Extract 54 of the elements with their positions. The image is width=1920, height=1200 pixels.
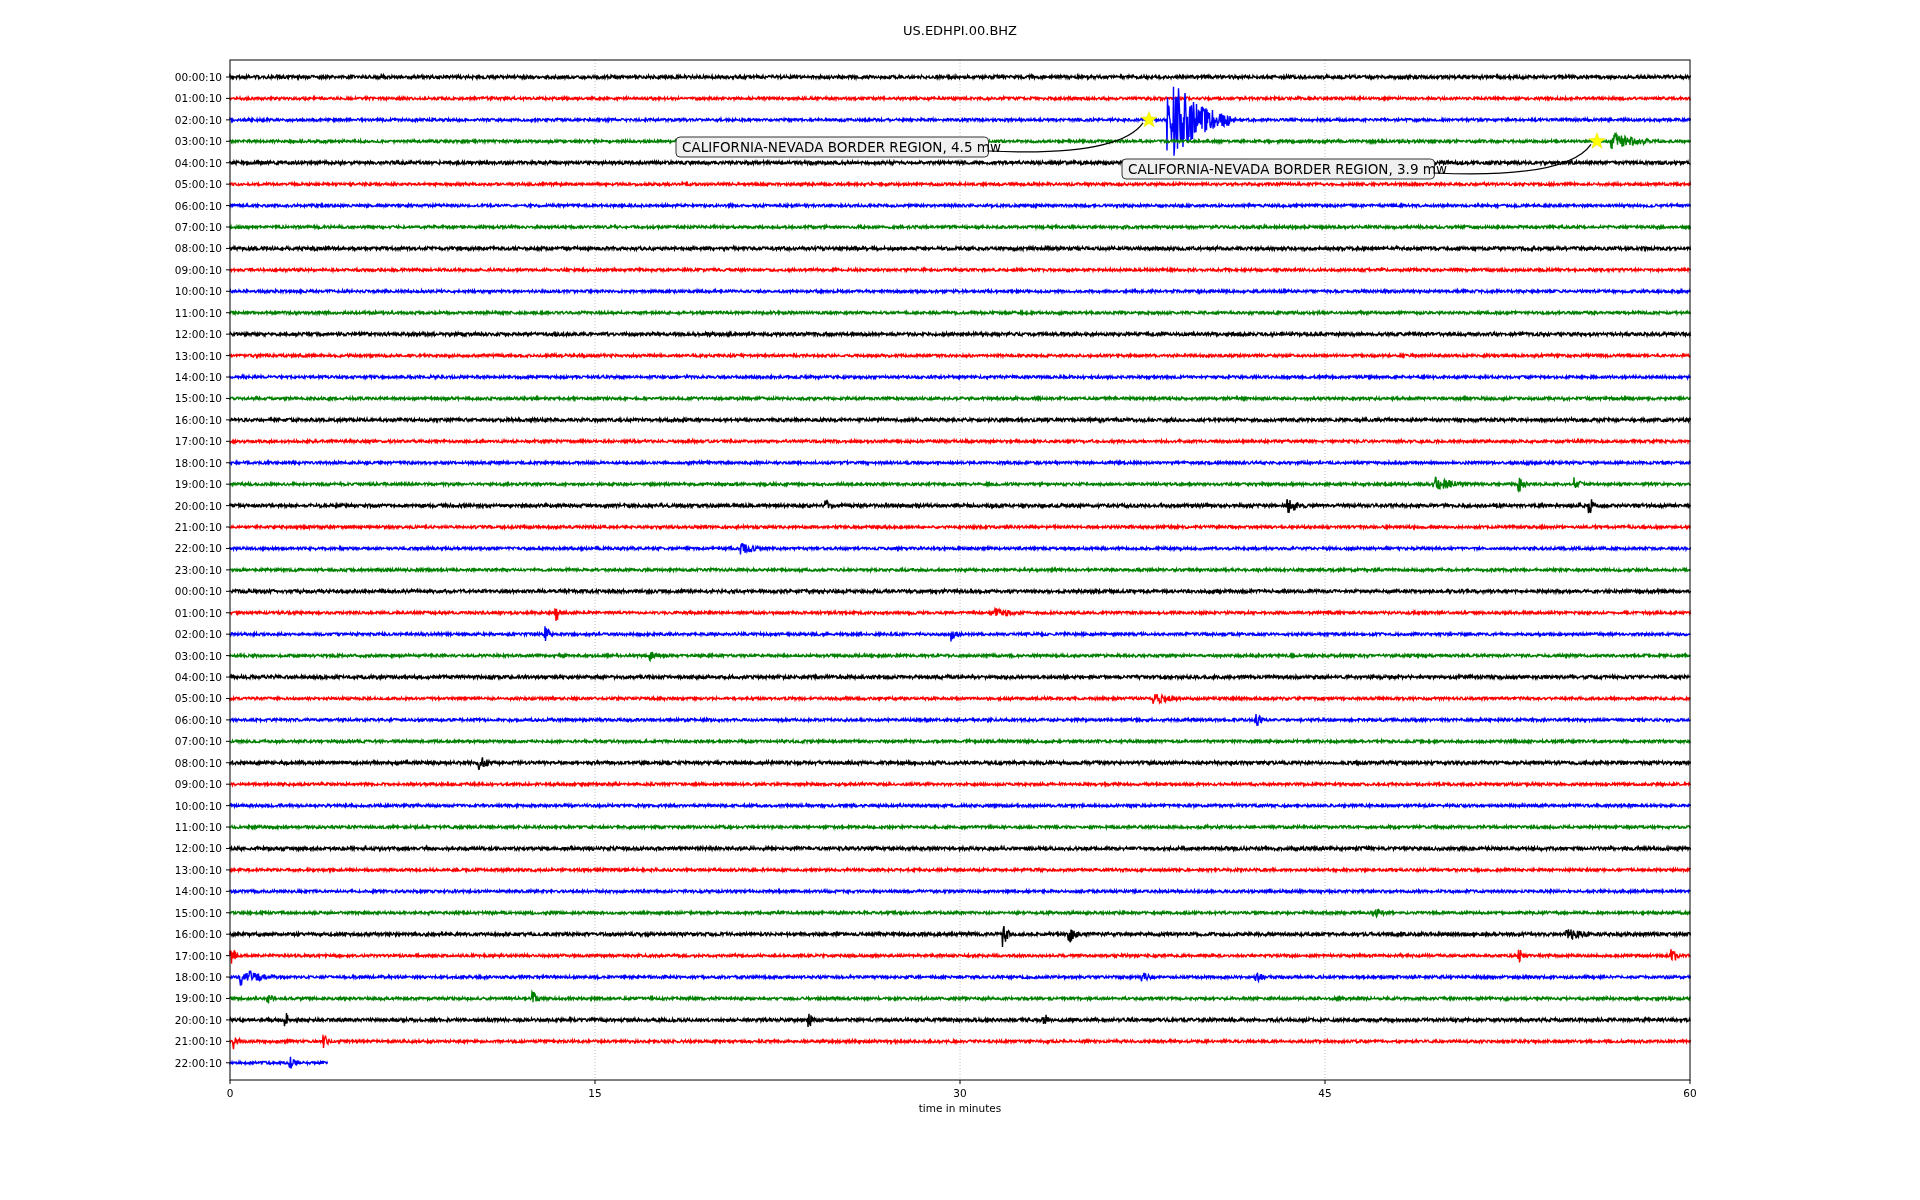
- y-tick-label: 07:00:10: [174, 735, 222, 748]
- y-tick-label: 00:00:10: [174, 71, 222, 83]
- y-tick-label: 19:00:10: [174, 992, 222, 1005]
- y-tick-label: 12:00:10: [174, 328, 222, 341]
- y-tick-label: 12:00:10: [174, 842, 222, 855]
- x-tick-label: 30: [953, 1087, 967, 1099]
- y-tick-label: 07:00:10: [174, 221, 222, 233]
- y-tick-label: 14:00:10: [174, 371, 222, 383]
- y-tick-label: 05:00:10: [174, 692, 222, 705]
- y-tick-label: 06:00:10: [174, 199, 222, 212]
- y-tick-label: 11:00:10: [174, 306, 222, 319]
- y-tick-label: 15:00:10: [174, 392, 222, 405]
- y-tick-label: 17:00:10: [174, 949, 222, 962]
- y-tick-label: 21:00:10: [174, 521, 222, 534]
- y-tick-label: 15:00:10: [174, 906, 222, 919]
- y-tick-label: 16:00:10: [174, 413, 222, 426]
- y-tick-label: 16:00:10: [174, 928, 222, 941]
- x-axis-label: time in minutes: [918, 1102, 1002, 1114]
- x-tick-label: 60: [1683, 1087, 1697, 1099]
- y-tick-label: 05:00:10: [174, 178, 222, 191]
- y-tick-label: 02:00:10: [174, 628, 222, 641]
- y-tick-label: 11:00:10: [174, 821, 222, 834]
- y-tick-label: 22:00:10: [174, 1056, 222, 1069]
- y-tick-label: 02:00:10: [174, 113, 222, 126]
- x-tick-label: 0: [226, 1087, 234, 1099]
- y-tick-label: 13:00:10: [174, 863, 222, 876]
- y-tick-label: 22:00:10: [174, 542, 222, 555]
- y-tick-label: 21:00:10: [174, 1035, 222, 1048]
- x-tick-label: 15: [588, 1087, 602, 1099]
- y-tick-label: 23:00:10: [174, 563, 222, 576]
- y-tick-label: 10:00:10: [174, 799, 222, 812]
- y-tick-label: 09:00:10: [174, 778, 222, 791]
- y-tick-label: 17:00:10: [174, 435, 222, 448]
- y-tick-label: 14:00:10: [174, 885, 222, 898]
- y-tick-label: 08:00:10: [174, 756, 222, 769]
- y-tick-label: 01:00:10: [174, 92, 222, 105]
- y-tick-label: 00:00:10: [174, 585, 222, 598]
- y-tick-label: 19:00:10: [174, 478, 222, 491]
- y-tick-label: 06:00:10: [174, 713, 222, 726]
- y-tick-label: 13:00:10: [174, 349, 222, 362]
- y-tick-label: 18:00:10: [174, 971, 222, 984]
- x-tick-label: 45: [1318, 1087, 1332, 1099]
- y-tick-label: 10:00:10: [174, 285, 222, 298]
- y-tick-label: 04:00:10: [174, 671, 222, 684]
- y-tick-label: 08:00:10: [174, 242, 222, 255]
- chart-title: US.EDHPI.00.BHZ: [903, 23, 1017, 38]
- y-tick-label: 20:00:10: [174, 499, 222, 512]
- y-tick-label: 18:00:10: [174, 456, 222, 469]
- y-tick-label: 03:00:10: [174, 135, 222, 148]
- y-tick-label: 20:00:10: [174, 1013, 222, 1026]
- y-tick-label: 09:00:10: [174, 263, 222, 276]
- y-tick-label: 01:00:10: [174, 606, 222, 619]
- y-tick-label: 03:00:10: [174, 649, 222, 662]
- y-tick-label: 04:00:10: [174, 156, 222, 169]
